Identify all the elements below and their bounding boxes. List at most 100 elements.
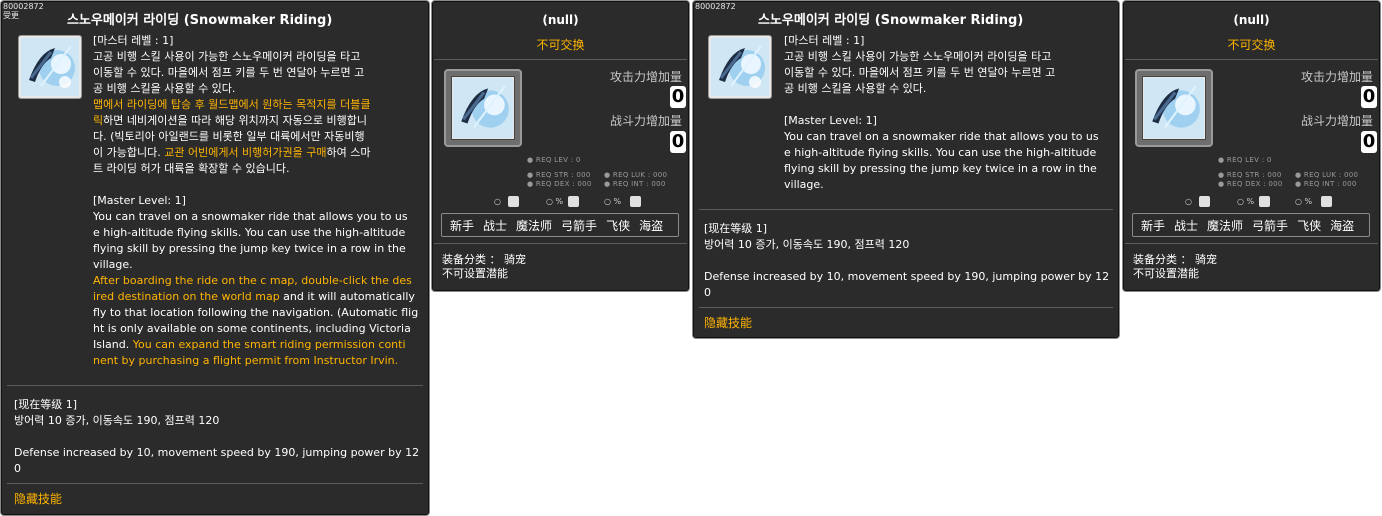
divider [699,209,1113,210]
desc-line: ired destination on the world map and it… [93,289,425,305]
stat-mini-label: ○ % [1295,197,1313,206]
hidden-skill-label: 隐藏技能 [14,492,63,506]
equip-tooltip-right: (null) 不可交换 攻击力增加量 0 战斗力增加量 0 ● REQ LEV … [1122,0,1381,292]
job-beginner: 新手 [1141,218,1166,233]
desc-line: You can travel on a snowmaker ride that … [93,210,408,223]
desc-line: nent by purchasing a flight permit from … [93,353,425,369]
stat-icon [1259,196,1270,207]
trade-status: 不可交换 [1227,38,1276,52]
equip-title: (null) [542,13,579,27]
skill-description: [마스터 레벨 : 1] 고공 비행 스킬 사용이 가능한 스노우메이커 라이딩… [784,33,1114,193]
req-dex: ● REQ DEX : 000 [527,180,592,188]
job-thief: 飞侠 [1297,218,1322,233]
stat-mini-label: ○ [494,197,501,206]
stat-mini-label: ○ % [1237,197,1255,206]
attack-increase-value: 0 [1361,86,1377,108]
divider [7,483,423,484]
desc-line: e high-altitude flying skills. You can u… [93,226,406,239]
desc-line: village. [93,258,133,271]
skill-description: [마스터 레벨 : 1] 고공 비행 스킬 사용이 가능한 스노우메이커 라이딩… [93,33,425,369]
master-level-kr: [마스터 레벨 : 1] [93,34,174,47]
desc-line: fly to that location following the navig… [93,306,419,319]
skill-id: 80002872 [695,2,736,11]
equip-category-block: 装备分类 ： 骑宠 不可设置潜能 [1133,253,1217,281]
snowmaker-riding-icon [21,38,79,96]
attack-increase-value: 0 [670,86,686,108]
desc-line: ht is only available on some continents,… [93,322,411,335]
potential-status: 不可设置潜能 [1133,267,1199,280]
equip-category-block: 装备分类 ： 骑宠 不可设置潜能 [442,253,526,281]
highlight-text: After boarding the ride on the c map, do… [93,274,412,287]
req-str: ● REQ STR : 000 [527,171,591,179]
skill-id: 80002872 受更 [3,2,44,20]
job-pirate: 海盗 [639,218,664,233]
effect-kr: 방어력 10 증가, 이동속도 190, 점프력 120 [704,238,910,251]
desc-text: 이 가능합니다. [93,146,165,159]
effect-en: Defense increased by 10, movement speed … [704,270,1110,283]
divider [434,243,687,244]
skill-icon-frame [18,35,82,99]
desc-line: 다. (빅토리아 아일랜드를 비롯한 일부 대륙에서만 자동비행 [93,130,365,143]
master-level-kr: [마스터 레벨 : 1] [784,34,865,47]
highlight-text: 릭 [93,114,104,127]
effect-kr: 방어력 10 증가, 이동속도 190, 점프력 120 [14,414,220,427]
effect-en-cont: 0 [14,462,21,475]
req-luk: ● REQ LUK : 000 [1295,171,1359,179]
job-warrior: 战士 [483,218,508,233]
job-archer: 弓箭手 [561,218,598,233]
skill-icon-frame [708,35,772,99]
desc-line: 트 라이딩 허가 대륙을 확장할 수 있습니다. [93,162,290,175]
highlight-text: nent by purchasing a flight permit from … [93,354,399,367]
desc-line: e high-altitude flying skills. You can u… [784,146,1097,159]
skill-id-sub: 受更 [3,11,19,20]
skill-title: 스노우메이커 라이딩 (Snowmaker Riding) [758,13,1024,28]
stat-icon [508,196,519,207]
power-increase-label: 战斗力增加量 [1301,114,1374,128]
desc-line: 이동할 수 있다. 마을에서 점프 키를 두 번 연달아 누르면 고 [93,66,365,79]
equip-category: 装备分类 ： 骑宠 [442,253,526,266]
job-magician: 魔法师 [1207,218,1244,233]
power-increase-value: 0 [670,131,686,153]
divider [699,307,1113,308]
equip-icon-frame [444,69,522,147]
req-int: ● REQ INT : 000 [604,180,666,188]
desc-line: You can travel on a snowmaker ride that … [784,130,1099,143]
desc-line: 고공 비행 스킬 사용이 가능한 스노우메이커 라이딩을 타고 [93,50,361,63]
desc-line: 릭하면 네비게이션을 따라 해당 위치까지 자동으로 비행합니 [93,113,425,129]
job-list: 新手 战士 魔法师 弓箭手 飞侠 海盗 [1132,213,1370,237]
snowmaker-riding-icon [453,78,513,138]
power-increase-label: 战斗力增加量 [610,114,683,128]
effect-en-cont: 0 [704,286,711,299]
stat-icon [630,196,641,207]
req-dex: ● REQ DEX : 000 [1218,180,1283,188]
highlight-text: 맵에서 라이딩에 탑승 후 월드맵에서 원하는 목적지를 더블클 [93,98,371,111]
desc-line: village. [784,178,824,191]
desc-line: flying skill by pressing the jump key tw… [784,162,1097,175]
job-magician: 魔法师 [516,218,553,233]
req-int: ● REQ INT : 000 [1295,180,1357,188]
divider [1125,243,1378,244]
desc-line: 공 비행 스킬을 사용할 수 있다. [784,82,927,95]
current-level-block: [现在等级 1] 방어력 10 증가, 이동속도 190, 점프력 120 De… [14,397,424,477]
req-luk: ● REQ LUK : 000 [604,171,668,179]
stat-mini-label: ○ % [604,197,622,206]
job-warrior: 战士 [1174,218,1199,233]
skill-id-number: 80002872 [3,2,44,11]
desc-line: After boarding the ride on the c map, do… [93,273,425,289]
desc-text: Island. [93,338,133,351]
req-str: ● REQ STR : 000 [1218,171,1282,179]
skill-title: 스노우메이커 라이딩 (Snowmaker Riding) [67,13,333,28]
highlight-text: 교관 어빈에게서 비행허가권을 구매 [164,146,327,159]
job-archer: 弓箭手 [1252,218,1289,233]
desc-line: flying skill by pressing the jump key tw… [93,242,406,255]
desc-text: 하여 스마 [326,146,371,159]
job-list: 新手 战士 魔法师 弓箭手 飞侠 海盗 [441,213,679,237]
highlight-text: You can expand the smart riding permissi… [132,338,406,351]
job-thief: 飞侠 [606,218,631,233]
power-increase-value: 0 [1361,131,1377,153]
equip-icon-slot [1142,76,1206,140]
stat-mini-label: ○ % [546,197,564,206]
master-level-en: [Master Level: 1] [93,194,186,207]
desc-line: 이동할 수 있다. 마을에서 점프 키를 두 번 연달아 누르면 고 [784,66,1056,79]
highlight-text: ired destination on the world map [93,290,280,303]
